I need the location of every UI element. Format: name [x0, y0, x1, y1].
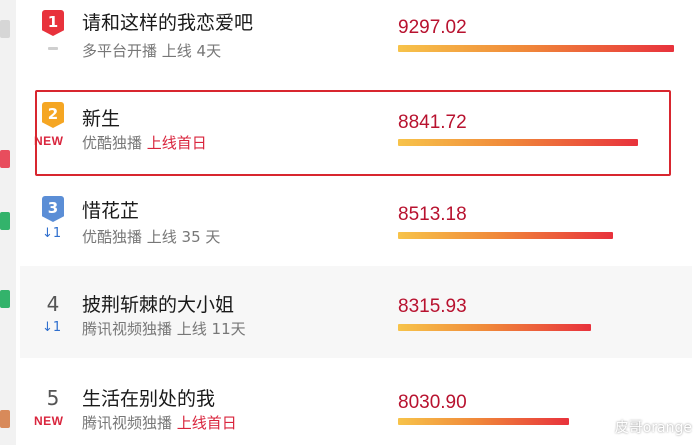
- rank-column: 1: [20, 0, 80, 92]
- launch-status: 上线首日: [176, 414, 237, 432]
- ranking-list: 1 请和这样的我恋爱吧 多平台开播 上线 4天 9297.02 2 NEW 新生…: [16, 0, 700, 445]
- rank-change: ↓1: [42, 226, 62, 241]
- ranking-row[interactable]: 4 ↓1 披荆斩棘的大小姐 腾讯视频独播 上线 11天 8315.93: [20, 266, 692, 358]
- platform-info: 腾讯视频独播: [82, 414, 177, 432]
- show-title[interactable]: 请和这样的我恋爱吧: [82, 8, 253, 35]
- heat-score: 8315.93: [398, 296, 467, 317]
- rank-number: 4: [46, 292, 60, 316]
- show-subtitle: 腾讯视频独播 上线首日: [82, 412, 237, 433]
- watermark: 皮哥orange: [596, 417, 692, 437]
- rank-badge: 1: [42, 10, 64, 36]
- heat-bar: [398, 418, 570, 425]
- rank-column: 3 ↓1: [20, 182, 80, 274]
- heat-score: 8513.18: [398, 204, 467, 225]
- down-arrow-icon: ↓: [42, 320, 53, 335]
- down-arrow-icon: ↓: [42, 226, 53, 241]
- weibo-logo-icon: [596, 422, 613, 434]
- heat-bar: [398, 232, 614, 239]
- platform-info: 多平台开播 上线 4天: [82, 42, 222, 60]
- heat-bar-track: [398, 324, 674, 331]
- platform-info: 优酷独播 上线 35 天: [82, 228, 221, 246]
- edge-chip: [0, 410, 10, 428]
- rank-column: 5 NEW: [20, 358, 80, 445]
- highlight-frame: [35, 90, 671, 176]
- rank-change: ↓1: [42, 320, 62, 335]
- show-title[interactable]: 披荆斩棘的大小姐: [82, 290, 234, 317]
- rank-unchanged-dash: [48, 47, 58, 50]
- heat-bar: [398, 324, 592, 331]
- heat-score: 8030.90: [398, 392, 467, 413]
- show-subtitle: 优酷独播 上线 35 天: [82, 226, 220, 247]
- edge-chip: [0, 150, 10, 168]
- show-title[interactable]: 惜花芷: [82, 196, 139, 223]
- ranking-row[interactable]: 5 NEW 生活在别处的我 腾讯视频独播 上线首日 8030.90: [20, 358, 692, 445]
- rank-column: 4 ↓1: [20, 266, 80, 358]
- heat-bar-track: [398, 232, 674, 239]
- edge-chip: [0, 212, 10, 230]
- ranking-row[interactable]: 3 ↓1 惜花芷 优酷独播 上线 35 天 8513.18: [20, 182, 692, 274]
- show-title[interactable]: 生活在别处的我: [82, 384, 215, 411]
- edge-chip: [0, 20, 10, 38]
- left-edge-strip: [0, 0, 16, 445]
- show-subtitle: 多平台开播 上线 4天: [82, 40, 221, 61]
- rank-badge: 3: [42, 196, 64, 222]
- edge-chip: [0, 290, 10, 308]
- platform-info: 腾讯视频独播 上线 11天: [82, 320, 246, 338]
- watermark-text: 皮哥orange: [614, 420, 692, 436]
- heat-bar: [398, 45, 674, 52]
- ranking-row[interactable]: 1 请和这样的我恋爱吧 多平台开播 上线 4天 9297.02: [20, 0, 692, 92]
- show-subtitle: 腾讯视频独播 上线 11天: [82, 318, 246, 339]
- heat-bar-track: [398, 45, 674, 52]
- heat-score: 9297.02: [398, 17, 467, 38]
- rank-number: 5: [46, 386, 60, 410]
- new-tag: NEW: [34, 414, 64, 428]
